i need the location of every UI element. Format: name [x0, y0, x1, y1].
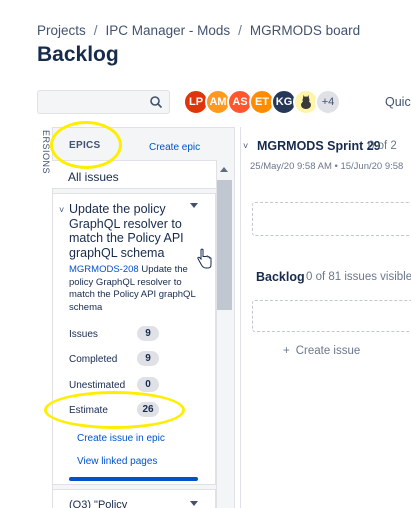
- avatar-more[interactable]: +4: [315, 89, 341, 115]
- sprint-issue-count: 0 of 2: [368, 140, 397, 152]
- create-epic-link[interactable]: Create epic: [149, 142, 200, 153]
- breadcrumb-separator: /: [93, 23, 98, 38]
- breadcrumb: Projects / IPC Manager - Mods / MGRMODS boar…: [37, 23, 360, 38]
- search-icon: [150, 96, 163, 109]
- create-issue-in-epic-link[interactable]: Create issue in epic: [77, 433, 165, 444]
- breadcrumb-separator: /: [238, 23, 242, 38]
- backlog-dropzone[interactable]: [252, 300, 411, 332]
- epic-menu-dropdown-icon[interactable]: [190, 203, 198, 208]
- quick-filters-label[interactable]: Quicl: [385, 95, 411, 109]
- epic-progress-bar: [69, 477, 198, 481]
- stat-unestimated-label: Unestimated: [69, 380, 126, 391]
- chevron-down-icon[interactable]: ˅: [59, 205, 64, 215]
- plus-icon: +: [283, 345, 290, 357]
- highlight-circle: [44, 391, 185, 429]
- scroll-up-arrow-icon[interactable]: [220, 167, 228, 172]
- view-linked-pages-link[interactable]: View linked pages: [77, 456, 157, 467]
- epic-title[interactable]: Update the policy GraphQL resolver to ma…: [69, 202, 199, 260]
- create-issue-label: Create issue: [295, 345, 361, 357]
- panel-divider[interactable]: [240, 127, 241, 508]
- breadcrumb-projects[interactable]: Projects: [37, 23, 86, 38]
- epic-title[interactable]: (Q3) "Policy: [69, 499, 127, 508]
- epic-description: MGRMODS-208 Update the policy GraphQL re…: [69, 264, 209, 314]
- backlog-title: Backlog: [256, 270, 305, 284]
- create-issue-button[interactable]: + Create issue: [283, 345, 360, 357]
- versions-tab-label: ERSIONS: [41, 130, 51, 175]
- sprint-dropzone[interactable]: [252, 202, 411, 236]
- search-input[interactable]: [37, 90, 170, 114]
- breadcrumb-board[interactable]: MGRMODS board: [250, 23, 360, 38]
- epic-key[interactable]: MGRMODS-208: [69, 264, 139, 275]
- highlight-circle: [50, 121, 122, 169]
- breadcrumb-project[interactable]: IPC Manager - Mods: [106, 23, 231, 38]
- stat-completed-badge: 9: [137, 351, 159, 366]
- backlog-issue-count: 0 of 81 issues visible: [306, 271, 411, 283]
- chevron-down-icon[interactable]: ˅: [243, 141, 248, 151]
- epic-menu-dropdown-icon[interactable]: [190, 501, 198, 506]
- stat-issues-label: Issues: [69, 329, 98, 340]
- scrollbar-thumb[interactable]: [217, 180, 232, 310]
- stat-issues-badge: 9: [137, 326, 159, 341]
- hand-cursor-icon: [197, 248, 212, 269]
- sprint-title: MGRMODS Sprint 29: [257, 139, 381, 153]
- cat-avatar-icon: [301, 95, 311, 109]
- page-title: Backlog: [37, 43, 119, 66]
- sprint-dates: 25/May/20 9:58 AM • 15/Jun/20 9:58: [250, 161, 404, 172]
- stat-unestimated-badge: 0: [137, 377, 159, 392]
- stat-completed-label: Completed: [69, 354, 118, 365]
